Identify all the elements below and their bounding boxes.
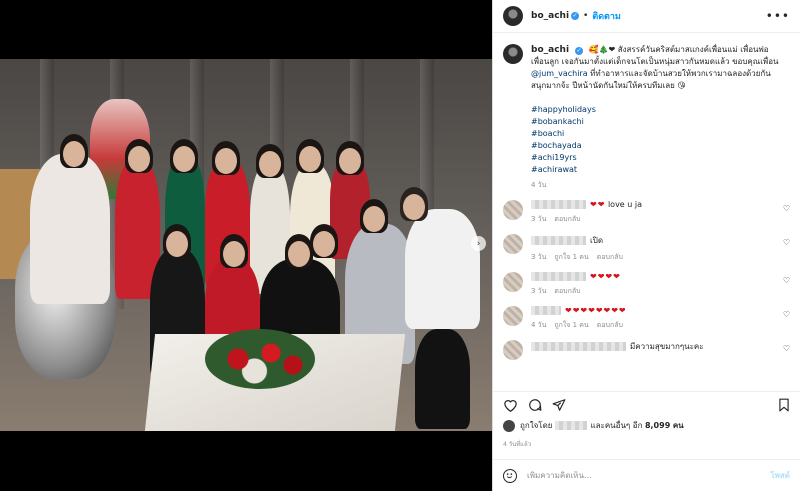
post-comment-button[interactable]: โพสต์ xyxy=(770,469,790,482)
hashtag-link[interactable]: #achirawat xyxy=(531,164,786,176)
instagram-post-modal: › bo_achi ✓ • ติดตาม ••• bo_achi ✓ 🥰🎄❤ สั… xyxy=(0,0,800,491)
reply-button[interactable]: ตอบกลับ xyxy=(597,253,623,261)
post-header: bo_achi ✓ • ติดตาม ••• xyxy=(493,0,800,33)
comment-text: มีความสุขมากๆนะคะ xyxy=(630,342,704,351)
verified-badge-icon: ✓ xyxy=(575,47,584,55)
commenter-username[interactable] xyxy=(531,306,561,315)
commenter-username[interactable] xyxy=(531,272,586,281)
comment-item: ❤❤ love u ja 3 วัน ตอบกลับ ♡ xyxy=(503,200,790,225)
commenter-username[interactable] xyxy=(531,200,586,209)
comment-hearts: ❤❤❤❤ xyxy=(590,272,621,281)
comments-scroll-area[interactable]: bo_achi ✓ 🥰🎄❤ สังสรรค์วันคริสต์มาสแกงค์เพ… xyxy=(493,34,800,389)
like-comment-heart-icon[interactable]: ♡ xyxy=(780,238,790,247)
follow-button[interactable]: ติดตาม xyxy=(592,9,621,23)
author-avatar[interactable] xyxy=(503,6,523,26)
next-image-arrow-icon[interactable]: › xyxy=(471,236,486,251)
verified-badge-icon: ✓ xyxy=(571,12,580,20)
comment-item: ❤❤❤❤❤❤❤❤ 4 วัน ถูกใจ 1 คน ตอบกลับ ♡ xyxy=(503,306,790,331)
caption-username[interactable]: bo_achi xyxy=(531,45,569,55)
reply-button[interactable]: ตอบกลับ xyxy=(597,321,623,329)
share-paper-plane-icon[interactable] xyxy=(552,398,566,412)
likes-count[interactable]: 8,099 xyxy=(645,421,670,430)
like-comment-heart-icon[interactable]: ♡ xyxy=(780,310,790,319)
add-comment-bar: โพสต์ xyxy=(493,459,800,491)
comment-bubble-icon[interactable] xyxy=(528,398,542,412)
author-username[interactable]: bo_achi xyxy=(531,11,569,21)
commenter-username[interactable] xyxy=(531,236,586,245)
comment-like-count[interactable]: ถูกใจ 1 คน xyxy=(554,253,588,261)
post-action-bar xyxy=(493,391,800,417)
comment-item: เปิด 3 วัน ถูกใจ 1 คน ตอบกลับ ♡ xyxy=(503,234,790,263)
commenter-avatar[interactable] xyxy=(503,234,523,254)
post-date[interactable]: 4 วันที่แล้ว xyxy=(503,439,531,449)
hashtag-link[interactable]: #bochayada xyxy=(531,140,786,152)
add-comment-input[interactable] xyxy=(527,471,771,480)
comment-like-count[interactable]: ถูกใจ 1 คน xyxy=(554,321,588,329)
caption: bo_achi ✓ 🥰🎄❤ สังสรรค์วันคริสต์มาสแกงค์เพ… xyxy=(503,44,790,191)
separator-dot: • xyxy=(583,11,589,21)
liker-avatar[interactable] xyxy=(503,419,515,432)
comment-age: 4 วัน xyxy=(531,321,547,329)
like-heart-icon[interactable] xyxy=(503,398,518,412)
hashtag-link[interactable]: #achi19yrs xyxy=(531,152,786,164)
likes-suffix: คน xyxy=(672,421,684,430)
commenter-avatar[interactable] xyxy=(503,340,523,360)
caption-emoji: 🥰🎄❤ xyxy=(588,45,616,54)
comment-hearts: ❤❤ xyxy=(590,200,606,209)
comment-text: เปิด xyxy=(590,236,604,245)
comment-item: ❤❤❤❤ 3 วัน ตอบกลับ ♡ xyxy=(503,272,790,297)
reply-button[interactable]: ตอบกลับ xyxy=(554,215,580,223)
like-comment-heart-icon[interactable]: ♡ xyxy=(780,204,790,213)
comment-age: 3 วัน xyxy=(531,253,547,261)
emoji-picker-icon[interactable] xyxy=(503,468,517,483)
commenter-username[interactable] xyxy=(531,342,626,351)
comment-hearts: ❤❤❤❤❤❤❤❤ xyxy=(565,306,627,315)
bookmark-icon[interactable] xyxy=(778,398,790,412)
post-side-panel: bo_achi ✓ • ติดตาม ••• bo_achi ✓ 🥰🎄❤ สังส… xyxy=(492,0,800,491)
reply-button[interactable]: ตอบกลับ xyxy=(554,287,580,295)
hashtag-link[interactable]: #boachi xyxy=(531,128,786,140)
commenter-avatar[interactable] xyxy=(503,272,523,292)
likes-prefix: ถูกใจโดย xyxy=(520,421,553,430)
post-photo[interactable] xyxy=(0,59,492,431)
post-media: › xyxy=(0,0,492,491)
caption-author-avatar[interactable] xyxy=(503,44,523,64)
caption-time: 4 วัน xyxy=(531,181,547,189)
hashtag-link[interactable]: #happyholidays xyxy=(531,104,786,116)
more-options-icon[interactable]: ••• xyxy=(766,9,790,23)
caption-mention-link[interactable]: @jum_vachira xyxy=(531,69,588,78)
hashtag-list: #happyholidays #bobankachi #boachi #boch… xyxy=(531,104,786,176)
hashtag-link[interactable]: #bobankachi xyxy=(531,116,786,128)
likes-middle: และคนอื่นๆ อีก xyxy=(590,421,643,430)
comment-age: 3 วัน xyxy=(531,215,547,223)
flower-arrangement xyxy=(205,329,315,389)
comment-age: 3 วัน xyxy=(531,287,547,295)
liker-username[interactable] xyxy=(555,421,588,430)
commenter-avatar[interactable] xyxy=(503,200,523,220)
like-comment-heart-icon[interactable]: ♡ xyxy=(780,344,790,353)
comment-item: มีความสุขมากๆนะคะ ♡ xyxy=(503,340,790,360)
likes-summary: ถูกใจโดย และคนอื่นๆ อีก 8,099 คน xyxy=(503,419,790,432)
comment-text: love u ja xyxy=(607,200,643,209)
like-comment-heart-icon[interactable]: ♡ xyxy=(780,276,790,285)
commenter-avatar[interactable] xyxy=(503,306,523,326)
